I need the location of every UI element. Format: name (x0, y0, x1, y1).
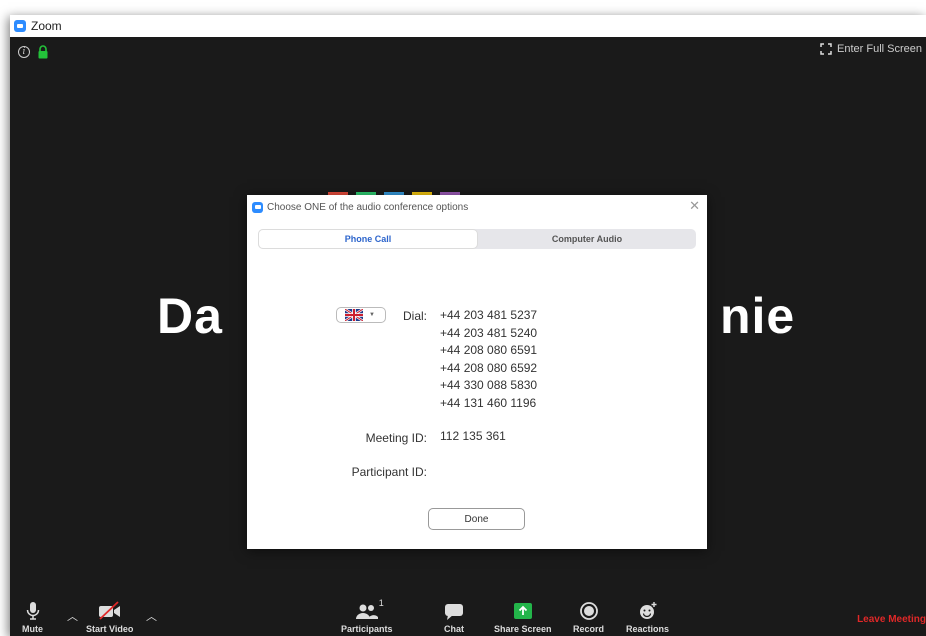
title-bar: Zoom (10, 15, 926, 37)
share-screen-label: Share Screen (494, 624, 552, 634)
phone-number: +44 208 080 6592 (440, 360, 538, 375)
close-icon[interactable]: ✕ (689, 198, 700, 214)
zoom-logo-icon (14, 20, 26, 32)
meeting-id-label: Meeting ID: (365, 431, 427, 445)
leave-meeting-button[interactable]: Leave Meeting (857, 614, 926, 625)
dialog-title: Choose ONE of the audio conference optio… (267, 201, 469, 213)
share-screen-icon (513, 603, 532, 619)
phone-number: +44 330 088 5830 (440, 378, 538, 393)
enter-full-screen-button[interactable]: Enter Full Screen (820, 43, 922, 55)
lock-icon[interactable] (37, 45, 49, 59)
participants-icon (355, 604, 378, 619)
dial-label: Dial: (402, 309, 427, 323)
chat-button[interactable]: Chat (443, 598, 465, 634)
participants-label: Participants (341, 624, 393, 634)
phone-number: +44 208 080 6591 (440, 343, 538, 358)
microphone-icon (26, 602, 39, 620)
tab-phone-call[interactable]: Phone Call (258, 229, 478, 249)
reactions-label: Reactions (626, 624, 670, 634)
chat-icon (445, 604, 463, 620)
reactions-icon (639, 602, 656, 619)
start-video-label: Start Video (86, 624, 134, 634)
audio-options-chevron-up-icon[interactable]: ︿ (67, 608, 78, 624)
record-icon (579, 602, 598, 620)
participant-id-label: Participant ID: (351, 465, 427, 479)
country-select[interactable]: ▼ (336, 307, 386, 323)
mute-button[interactable]: Mute (22, 598, 43, 634)
audio-tabs: Phone Call Computer Audio (258, 229, 696, 249)
record-button[interactable]: Record (573, 598, 604, 634)
phone-number: +44 203 481 5240 (440, 325, 538, 340)
zoom-window: Zoom i Enter Full Screen Da nie Choose O… (10, 15, 926, 636)
phone-number: +44 203 481 5237 (440, 308, 538, 322)
info-icon[interactable]: i (18, 46, 30, 58)
window-title: Zoom (31, 19, 62, 33)
meeting-toolbar: Mute ︿ Start Video ︿ 1 Participants Chat… (10, 596, 926, 636)
chevron-down-icon: ▼ (369, 312, 375, 318)
fullscreen-icon (820, 43, 832, 55)
participants-count: 1 (378, 598, 384, 608)
start-video-button[interactable]: Start Video (86, 598, 133, 634)
done-button[interactable]: Done (428, 508, 525, 530)
enter-full-screen-label: Enter Full Screen (837, 43, 922, 55)
phone-number: +44 131 460 1196 (440, 395, 537, 410)
audio-options-dialog: Choose ONE of the audio conference optio… (247, 195, 707, 549)
uk-flag-icon (345, 309, 363, 321)
record-label: Record (573, 624, 605, 634)
reactions-button[interactable]: Reactions (626, 598, 669, 634)
participant-name-left: Da (157, 288, 223, 344)
video-options-chevron-up-icon[interactable]: ︿ (146, 608, 157, 624)
chat-label: Chat (444, 624, 464, 634)
participants-button[interactable]: 1 Participants (341, 598, 393, 634)
mute-label: Mute (22, 624, 43, 634)
zoom-logo-icon (252, 201, 263, 213)
dial-in-numbers: +44 203 481 5237 +44 203 481 5240 +44 20… (440, 307, 537, 413)
meeting-id-value: 112 135 361 (440, 429, 506, 443)
share-screen-button[interactable]: Share Screen (494, 598, 552, 634)
video-off-icon (98, 601, 120, 620)
dialog-header: Choose ONE of the audio conference optio… (252, 199, 707, 215)
tab-computer-audio[interactable]: Computer Audio (478, 229, 696, 249)
meeting-stage: i Enter Full Screen Da nie Choose ONE of… (10, 37, 926, 596)
participant-name-right: nie (720, 288, 796, 344)
